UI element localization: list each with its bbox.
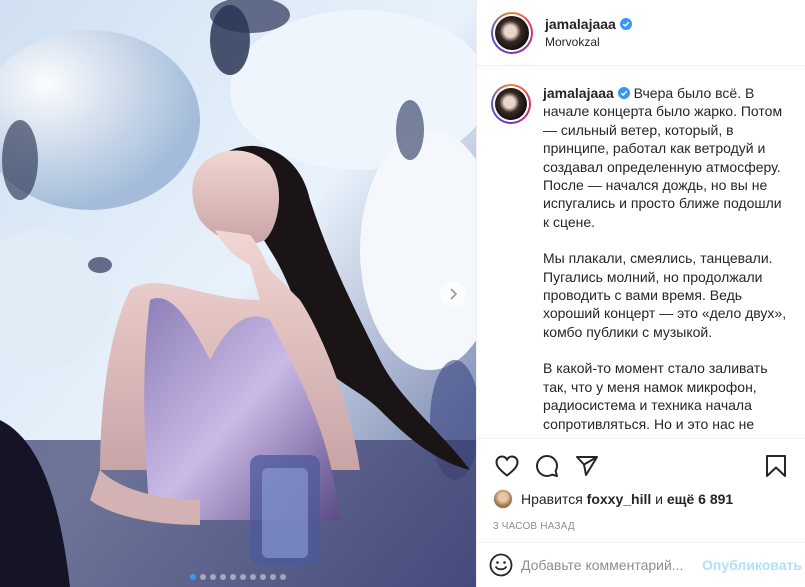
caption-paragraph: Вчера было всё. В начале концерта было ж… (543, 85, 783, 230)
caption-area[interactable]: jamalajaaa Вчера было всё. В начале конц… (477, 66, 805, 438)
post-photo[interactable] (0, 0, 476, 587)
likes-prefix: Нравится (521, 491, 583, 507)
carousel-dot (230, 574, 236, 580)
likes-line: Нравится foxxy_hill и ещё 6 891 (487, 485, 796, 513)
caption-paragraph: Мы плакали, смеялись, танцевали. Пугалис… (543, 250, 787, 340)
post-timestamp[interactable]: 3 часов назад (487, 513, 796, 532)
post-actions: Нравится foxxy_hill и ещё 6 891 3 часов … (477, 438, 805, 532)
carousel-dot (200, 574, 206, 580)
save-button[interactable] (756, 447, 796, 485)
like-button[interactable] (487, 447, 527, 485)
share-icon (576, 456, 598, 476)
carousel-next-button[interactable] (440, 281, 466, 307)
avatar[interactable] (493, 489, 513, 509)
caption-comment: jamalajaaa Вчера было всё. В начале конц… (491, 84, 791, 438)
post-sidebar: jamalajaaa Morvokzal jamalajaaa Вчера бы… (476, 0, 805, 587)
emoji-icon (489, 553, 513, 577)
carousel-dot (190, 574, 196, 580)
carousel-dots (0, 574, 476, 580)
carousel-dot (220, 574, 226, 580)
comment-icon (536, 455, 558, 477)
comment-input[interactable] (521, 557, 702, 573)
carousel-dot (240, 574, 246, 580)
comment-button[interactable] (527, 447, 567, 485)
emoji-button[interactable] (489, 549, 513, 581)
caption-text: jamalajaaa Вчера было всё. В начале конц… (543, 84, 791, 438)
share-button[interactable] (567, 447, 607, 485)
liked-by-user[interactable]: foxxy_hill (587, 491, 652, 507)
caption-username[interactable]: jamalajaaa (543, 85, 614, 101)
chevron-right-icon (450, 288, 458, 300)
likes-conjunction: и (655, 491, 663, 507)
carousel-dot (280, 574, 286, 580)
avatar[interactable] (491, 11, 533, 54)
carousel-dot (270, 574, 276, 580)
carousel-dot (210, 574, 216, 580)
location-link[interactable]: Morvokzal (545, 33, 632, 51)
bookmark-icon (766, 455, 786, 477)
verified-icon (617, 87, 630, 99)
verified-icon (619, 17, 632, 30)
avatar[interactable] (491, 84, 531, 124)
post-header: jamalajaaa Morvokzal (477, 0, 805, 66)
comment-form: Опубликовать (477, 542, 805, 587)
caption-paragraph: В какой-то момент стало заливать так, чт… (543, 360, 768, 432)
carousel-dot (260, 574, 266, 580)
heart-icon (495, 455, 519, 477)
concert-photo (0, 0, 476, 587)
carousel-dot (250, 574, 256, 580)
likes-count[interactable]: ещё 6 891 (667, 491, 733, 507)
publish-button[interactable]: Опубликовать (702, 557, 802, 573)
username-link[interactable]: jamalajaaa (545, 15, 616, 33)
